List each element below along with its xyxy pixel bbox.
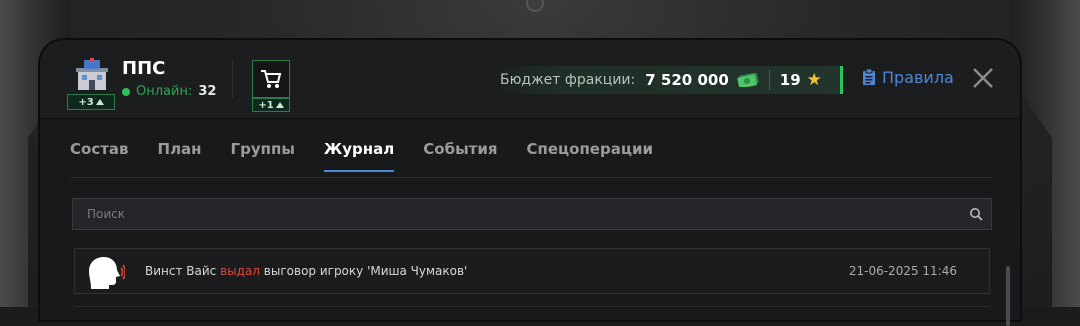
police-station-icon (76, 58, 108, 90)
stars-count: 19 (779, 71, 801, 89)
tab-sobytiya[interactable]: События (423, 140, 497, 172)
search-icon[interactable] (969, 207, 983, 221)
cart-icon (261, 70, 282, 88)
tab-gruppy[interactable]: Группы (231, 140, 295, 172)
star-icon: ★ (806, 70, 822, 90)
rules-label: Правила (882, 68, 954, 87)
faction-budget: Бюджет фракции: 7 520 000 19 ★ (490, 66, 843, 94)
rules-link[interactable]: Правила (862, 68, 954, 87)
search-input[interactable] (73, 199, 991, 229)
log-timestamp: 21-06-2025 11:46 (848, 264, 957, 278)
tab-zhurnal[interactable]: Журнал (323, 140, 395, 172)
log-action: выдал (220, 264, 260, 278)
budget-value: 7 520 000 (645, 71, 729, 89)
online-label: Онлайн: (136, 84, 193, 99)
arrow-up-icon (275, 102, 284, 108)
document-icon (863, 69, 875, 85)
log-details: выговор игроку 'Миша Чумаков' (263, 264, 468, 278)
close-icon[interactable] (972, 67, 994, 89)
log-message: Винст Вайс выдал выговор игроку 'Миша Чу… (145, 264, 467, 278)
tab-plan[interactable]: План (158, 140, 202, 172)
log-actor: Винст Вайс (145, 264, 217, 278)
online-count: 32 (198, 84, 217, 99)
faction-panel: +3 ППС Онлайн: 32 +1 Бюджет фракции: 7 5… (40, 40, 1020, 326)
panel-header: +3 ППС Онлайн: 32 +1 Бюджет фракции: 7 5… (40, 40, 1020, 119)
header-divider (232, 60, 233, 98)
online-status: Онлайн: 32 (122, 84, 216, 99)
speaking-head-icon (89, 257, 125, 289)
scrollbar-thumb[interactable] (1006, 266, 1010, 326)
arrow-up-icon (95, 99, 104, 105)
budget-separator (768, 70, 770, 90)
faction-level-badge: +3 (67, 94, 115, 110)
faction-badge-value: +3 (78, 96, 94, 108)
online-dot-icon (122, 87, 130, 96)
tab-sostav[interactable]: Состав (70, 140, 129, 172)
money-icon (737, 73, 759, 87)
shop-button[interactable] (252, 60, 290, 98)
shop-badge: +1 (252, 98, 290, 112)
search-box (72, 198, 992, 230)
tabs-divider (70, 177, 992, 178)
faction-name: ППС (122, 58, 166, 79)
tab-bar: Состав План Группы Журнал События Спецоп… (70, 140, 682, 172)
tab-specoperacii[interactable]: Спецоперации (526, 140, 653, 172)
shop-badge-value: +1 (258, 99, 274, 111)
budget-label: Бюджет фракции: (500, 72, 636, 88)
log-entry: Винст Вайс выдал выговор игроку 'Миша Чу… (74, 248, 990, 294)
